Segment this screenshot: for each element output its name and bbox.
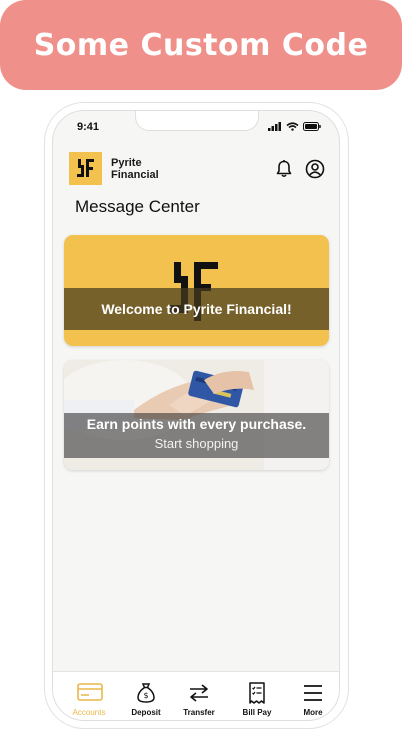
welcome-card[interactable]: Welcome to Pyrite Financial! xyxy=(64,235,329,346)
svg-text:$: $ xyxy=(143,691,148,700)
tab-accounts[interactable]: Accounts xyxy=(61,672,117,720)
tab-bill-pay[interactable]: Bill Pay xyxy=(229,672,285,720)
points-promo-card[interactable]: Earn points with every purchase. Start s… xyxy=(64,360,329,470)
bell-icon[interactable] xyxy=(274,159,294,179)
menu-icon xyxy=(304,685,322,701)
tab-deposit[interactable]: $ Deposit xyxy=(118,672,174,720)
tab-label-deposit: Deposit xyxy=(131,708,161,717)
bottom-tab-bar: Accounts $ Deposit Transfer Bill Pay Mor… xyxy=(53,671,339,720)
status-icons xyxy=(268,122,321,131)
logo-mark-icon xyxy=(77,159,94,177)
bill-icon xyxy=(249,682,265,704)
money-bag-icon: $ xyxy=(137,683,155,703)
profile-icon[interactable] xyxy=(305,159,325,179)
tab-label-more: More xyxy=(303,708,323,717)
battery-icon xyxy=(303,122,321,131)
transfer-arrows-icon xyxy=(190,684,208,702)
pyrite-logo xyxy=(69,152,102,185)
phone-notch xyxy=(135,111,259,131)
welcome-message: Welcome to Pyrite Financial! xyxy=(101,301,292,317)
phone-screen: 9:41 Pyrite Financial Message Center Wel… xyxy=(52,110,340,721)
brand-line2: Financial xyxy=(111,169,159,181)
signal-icon xyxy=(268,122,281,131)
points-message: Earn points with every purchase. xyxy=(86,416,307,432)
tab-label-bill-pay: Bill Pay xyxy=(242,708,272,717)
status-time: 9:41 xyxy=(77,121,100,133)
start-shopping-link[interactable]: Start shopping xyxy=(64,436,329,451)
wifi-icon xyxy=(286,122,299,131)
tab-more[interactable]: More xyxy=(285,672,339,720)
brand-name: Pyrite Financial xyxy=(111,157,159,181)
page-title: Message Center xyxy=(75,197,200,216)
tab-transfer[interactable]: Transfer xyxy=(171,672,227,720)
tab-label-accounts: Accounts xyxy=(72,708,106,717)
tab-label-transfer: Transfer xyxy=(183,708,215,717)
banner-title: Some Custom Code xyxy=(33,27,369,63)
credit-card-icon xyxy=(77,683,103,701)
custom-code-banner: Some Custom Code xyxy=(0,0,402,90)
brand-line1: Pyrite xyxy=(111,157,142,169)
